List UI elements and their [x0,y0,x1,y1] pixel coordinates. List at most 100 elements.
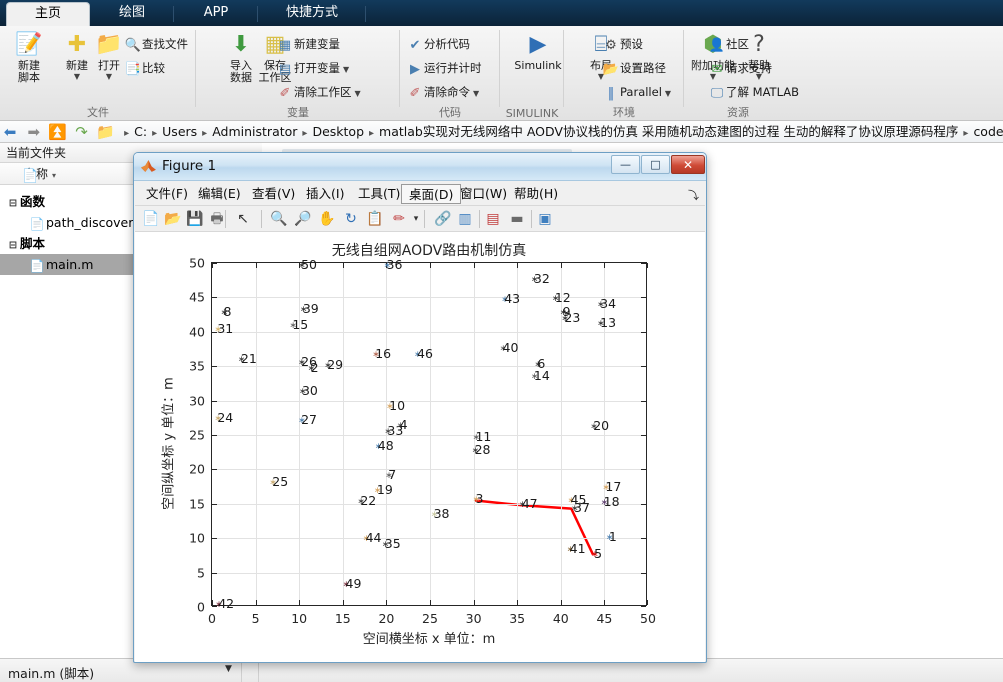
figure-menu-5[interactable]: 工具(T) [351,184,407,204]
breadcrumb-item-2[interactable]: Users [162,124,197,139]
link-data-icon[interactable]: 🔗 [433,209,453,229]
forward-arrow-icon[interactable]: ➡ [24,121,44,142]
x-axis-tick-label: 50 [640,611,656,626]
x-axis-tick [255,263,257,268]
ribbon-tab-3[interactable]: APP [174,2,258,26]
y-axis-tick-label: 20 [189,461,205,477]
figure-menu-8[interactable]: 帮助(H) [507,184,565,204]
gridline-horizontal [212,331,646,333]
open-variable-button[interactable]: ▤ 打开变量 ▼ [276,58,349,79]
y-axis-tick-label: 35 [189,358,205,374]
parallel-button[interactable]: ‖ Parallel ▼ [602,82,671,103]
chevron-down-icon[interactable]: ▼ [473,89,479,98]
figure-menu-2[interactable]: 编辑(E) [191,184,248,204]
ribbon-group-5: ⌸ 布局 ▼ ⚙ 预设 📂设置路径 ‖ Parallel ▼ 环境 [564,26,684,121]
show-plot-tools-icon[interactable]: ▣ [535,209,555,229]
menu-expand-icon[interactable]: ⤵ [688,187,699,203]
learn-matlab-button[interactable]: 🖵 了解 MATLAB [708,82,799,103]
button-label: 清除工作区 [294,85,352,99]
chevron-down-icon[interactable]: ▼ [665,89,671,98]
plot-title: 无线自组网AODV路由机制仿真 [331,243,527,259]
ribbon-tab-2[interactable]: 绘图 [90,2,174,26]
node-label: 4 [399,417,408,433]
legend-icon[interactable]: ▤ [483,209,503,229]
new-variable-button[interactable]: ▦ 新建变量 [276,34,340,55]
ribbon-tab-1[interactable]: 主页 [6,2,90,28]
sort-caret-icon[interactable]: ▾ [52,171,56,180]
zoom-in-icon[interactable]: 🔍 [269,209,289,229]
pan-hand-icon[interactable]: ✋ [317,209,337,229]
figure-menu-1[interactable]: 文件(F) [139,184,195,204]
new-figure-icon[interactable]: 📄 [141,209,161,229]
open-file-icon[interactable]: 📂 [163,209,183,229]
maximize-button[interactable]: □ [641,155,670,174]
simulink-button[interactable]: ▶ Simulink [510,30,566,72]
figure-menu-3[interactable]: 查看(V) [245,184,302,204]
breadcrumb-item-4[interactable]: Desktop [312,124,364,139]
figure-menu-4[interactable]: 插入(I) [299,184,351,204]
clear-commands-button[interactable]: ✐ 清除命令 ▼ [406,82,480,103]
collapse-expander-icon[interactable]: ⊟ [6,235,20,256]
compare-button[interactable]: 📑比较 [124,58,165,79]
chevron-down-icon[interactable]: ▼ [355,89,361,98]
plot-area[interactable]: 0 5 10 15 20 25 30 35 40 45 50 0 5 10 15 20 25 30 35 40 45 50… [189,256,656,627]
brush-dropdown-caret[interactable]: ▾ [411,209,421,229]
y-axis-tick [212,263,217,264]
back-arrow-icon[interactable]: ⬅ [0,121,20,142]
node-label: 19 [376,482,393,498]
save-figure-icon[interactable]: 💾 [185,209,205,229]
button-label: 设置路径 [620,61,666,75]
tree-file-item[interactable]: 📄 path_discovery.m [0,212,156,233]
y-axis-tick [212,297,217,299]
browse-folder-icon[interactable]: ↷ [71,121,91,142]
chevron-down-icon[interactable]: ▼ [343,65,349,74]
set-path-button[interactable]: 📂设置路径 [602,58,666,79]
up-folder-icon[interactable]: ⏫ [48,121,68,142]
button-label: 预设 [620,37,643,51]
new-script-button[interactable]: 📝 新建 脚本 [6,30,52,84]
print-figure-icon[interactable]: 🖶 [207,209,227,229]
breadcrumb-item-5[interactable]: matlab实现对无线网络中 AODV协议栈的仿真 采用随机动态建图的过程 生动… [379,124,958,139]
figure-menu-7[interactable]: 窗口(W) [453,184,514,204]
run-and-time-button[interactable]: ▶ 运行并计时 [406,58,482,79]
breadcrumb-item-6[interactable]: code [973,124,1003,139]
node-label: 47 [521,496,538,512]
brush-icon[interactable]: ✏ [389,209,409,229]
gridline-horizontal [212,435,646,436]
breadcrumb-item-3[interactable]: Administrator [212,124,297,139]
y-axis-tick-label: 25 [189,427,205,443]
folder-icon: 📁 [95,123,115,141]
gridline-horizontal [212,366,646,368]
pointer-select-icon[interactable]: ↖ [233,209,253,229]
ribbon-tab-4[interactable]: 快捷方式 [258,2,366,26]
request-support-button[interactable]: ✉ 请求支持 [708,58,772,79]
node-label: 43 [504,291,521,307]
breadcrumb-item-1[interactable]: C: [134,124,147,139]
tree-group-脚本[interactable]: ⊟ 脚本 [0,233,45,254]
analyze-code-button[interactable]: ✔ 分析代码 [406,34,470,55]
clear-workspace-button[interactable]: ✐ 清除工作区 ▼ [276,82,361,103]
community-button[interactable]: 👤社区 [708,34,749,55]
colorbar-icon[interactable]: ▥ [455,209,475,229]
status-dropdown-caret[interactable]: ▼ [225,664,232,674]
y-axis-tick [641,572,646,574]
preferences-gear-button[interactable]: ⚙ 预设 [602,34,643,55]
button-label: 查找文件 [142,37,188,51]
x-axis-tick [299,600,301,605]
simulink-icon: ▶ [529,32,547,57]
hide-plot-tools-icon[interactable]: ▬ [507,209,527,229]
find-files-button[interactable]: 🔍查找文件 [124,34,188,55]
zoom-out-icon[interactable]: 🔎 [293,209,313,229]
data-cursor-icon[interactable]: 📋 [365,209,385,229]
node-label: 13 [600,314,617,330]
figure-title-bar[interactable]: Figure 1 — □ ✕ [134,153,706,181]
minimize-button[interactable]: — [611,155,640,174]
rotate-3d-icon[interactable]: ↻ [341,209,361,229]
tree-group-函数[interactable]: ⊟ 函数 [0,191,45,212]
close-button[interactable]: ✕ [671,155,705,174]
collapse-expander-icon[interactable]: ⊟ [6,193,20,214]
node-label: 36 [386,257,403,273]
ribbon-group-label: 文件 [87,106,109,119]
y-axis-title: 空间纵坐标 y 单位：m [161,377,177,510]
breadcrumb[interactable]: ▸ C: ▸ Users ▸ Administrator ▸ Desktop ▸ matlab实现… [119,123,1003,141]
